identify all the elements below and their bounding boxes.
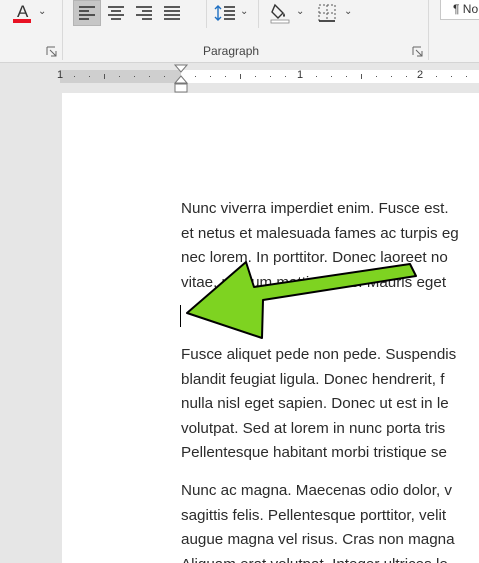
- borders-dropdown-chevron-icon[interactable]: ⌄: [344, 6, 352, 17]
- button-separator: [258, 0, 259, 28]
- text-line: volutpat. Sed at lorem in nunc porta tri…: [181, 419, 446, 437]
- text-line: Fusce aliquet pede non pede. Suspendis: [181, 346, 457, 363]
- align-center-icon: [108, 6, 124, 20]
- ruler-number: 1: [297, 69, 304, 81]
- text-line: augue magna vel risus. Cras non magna: [181, 531, 455, 548]
- paragraph-dialog-launcher-icon[interactable]: [412, 44, 423, 57]
- text-line: blandit feugiat ligula. Donec hendrerit,…: [181, 370, 445, 388]
- paint-bucket-icon: [270, 3, 290, 24]
- align-left-icon: [79, 6, 95, 20]
- align-right-icon: [136, 6, 152, 20]
- font-color-button[interactable]: A: [8, 0, 36, 26]
- ruler-number: 2: [417, 69, 424, 81]
- center-button[interactable]: [103, 0, 129, 26]
- style-normal-preview[interactable]: ¶ No: [440, 0, 479, 20]
- text-line: nec lorem. In porttitor. Donec laoreet n…: [181, 249, 448, 266]
- text-line: et netus et malesuada fames ac turpis eg: [181, 224, 459, 242]
- horizontal-ruler[interactable]: 1 1 2: [57, 69, 479, 83]
- document-page[interactable]: Nunc viverra imperdiet enim. Fusce est. …: [62, 93, 479, 563]
- text-line: nulla nisl eget sapien. Donec ut est in …: [181, 395, 449, 412]
- ribbon: A ⌄ ⌄ ⌄ ⌄ Paragraph ¶ No: [0, 0, 479, 63]
- line-spacing-dropdown-chevron-icon[interactable]: ⌄: [240, 6, 248, 17]
- borders-icon: [318, 4, 336, 22]
- line-spacing-button[interactable]: [212, 0, 238, 26]
- align-left-button[interactable]: [73, 0, 101, 26]
- font-color-dropdown-chevron-icon[interactable]: ⌄: [38, 6, 46, 17]
- ruler-number: 1: [57, 69, 64, 81]
- paragraph-3[interactable]: Nunc ac magna. Maecenas odio dolor, v sa…: [181, 479, 479, 563]
- text-line: Aliquam erat volutpat. Integer ultrices …: [181, 553, 479, 563]
- svg-text:A: A: [17, 2, 29, 21]
- font-dialog-launcher-icon[interactable]: [46, 44, 57, 57]
- borders-button[interactable]: [313, 0, 341, 26]
- shading-button[interactable]: [266, 0, 294, 26]
- paragraph-1[interactable]: Nunc viverra imperdiet enim. Fusce est. …: [181, 197, 479, 295]
- group-separator: [62, 0, 63, 60]
- align-right-button[interactable]: [131, 0, 157, 26]
- text-cursor: [180, 305, 181, 327]
- group-separator: [428, 0, 429, 60]
- paragraph-group-label: Paragraph: [203, 44, 260, 58]
- word-window: A ⌄ ⌄ ⌄ ⌄ Paragraph ¶ No 1 1 2 Nunc vive…: [0, 0, 479, 563]
- justify-button[interactable]: [159, 0, 185, 26]
- indent-marker-icon[interactable]: [174, 64, 188, 94]
- line-spacing-icon: [214, 5, 235, 21]
- left-gutter: [0, 93, 62, 563]
- text-line: Nunc viverra imperdiet enim. Fusce est.: [181, 200, 449, 217]
- font-color-icon: A: [13, 2, 31, 23]
- text-line: sagittis felis. Pellentesque porttitor, …: [181, 506, 447, 524]
- text-line: vitae, pretium mattis, nunc. Mauris eget: [181, 273, 447, 291]
- button-separator: [206, 0, 207, 28]
- text-line: Pellentesque habitant morbi tristique se: [181, 444, 447, 461]
- justify-icon: [164, 6, 180, 20]
- paragraph-2[interactable]: Fusce aliquet pede non pede. Suspendis b…: [181, 343, 479, 466]
- text-line: Nunc ac magna. Maecenas odio dolor, v: [181, 482, 453, 499]
- shading-dropdown-chevron-icon[interactable]: ⌄: [296, 6, 304, 17]
